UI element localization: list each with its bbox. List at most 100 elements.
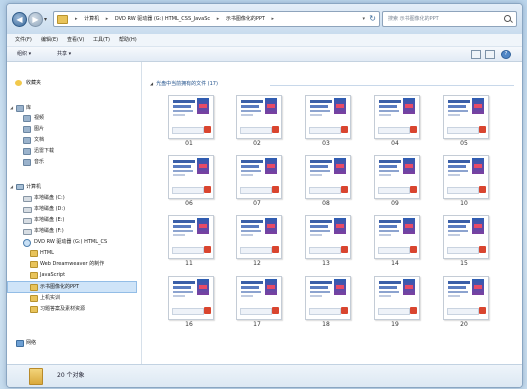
sidebar-item-drive-f[interactable]: 本地磁盘 (F:) (7, 226, 137, 236)
file-thumbnail[interactable]: 08 (297, 155, 355, 209)
command-bar: 组织 ▾ 共享 ▾ ? (7, 47, 522, 62)
file-thumbnail[interactable]: 16 (160, 276, 218, 330)
file-thumbnail[interactable]: 02 (228, 95, 286, 149)
menu-file[interactable]: 文件(F) (15, 34, 32, 46)
pdf-icon (410, 246, 417, 253)
sidebar-item-network[interactable]: 网络 (7, 338, 137, 348)
sidebar-item-folder-answers[interactable]: 习题答案及素材资源 (7, 304, 137, 314)
cover-graphic (173, 220, 197, 238)
group-header[interactable]: ◢ 光盘中当前拥有的文件 (17) (150, 79, 218, 89)
book-badge-icon (265, 279, 277, 295)
file-thumbnail[interactable]: 07 (228, 155, 286, 209)
divider (270, 85, 514, 86)
sidebar-item-folder-html[interactable]: HTML (7, 248, 137, 258)
sidebar-item-libraries[interactable]: ◢ 库 (7, 103, 137, 113)
preview-bar (240, 187, 272, 194)
file-name: 11 (185, 260, 193, 267)
file-thumbnail[interactable]: 14 (366, 215, 424, 269)
breadcrumb-item[interactable]: 计算机 (84, 16, 99, 22)
preview-bar (172, 127, 204, 134)
sidebar-item-favorites[interactable]: 收藏夹 (7, 78, 137, 88)
file-thumbnail[interactable]: 20 (435, 276, 493, 330)
file-thumbnail[interactable]: 10 (435, 155, 493, 209)
book-badge-icon (472, 218, 484, 234)
search-icon[interactable] (504, 15, 511, 22)
sidebar-item-downloads[interactable]: 迅雷下载 (7, 146, 137, 156)
refresh-icon[interactable]: ↻ (369, 14, 376, 23)
pdf-icon (410, 186, 417, 193)
search-input[interactable]: 搜索 示书图像化的PPT (382, 11, 517, 27)
back-button[interactable]: ◀ (12, 12, 27, 27)
file-thumbnail[interactable]: 19 (366, 276, 424, 330)
share-button[interactable]: 共享 ▾ (57, 47, 71, 61)
file-thumbnail[interactable]: 06 (160, 155, 218, 209)
menu-edit[interactable]: 编辑(E) (41, 34, 58, 46)
sidebar-item-computer[interactable]: ◢ 计算机 (7, 182, 137, 192)
file-thumbnail[interactable]: 09 (366, 155, 424, 209)
history-dropdown-icon[interactable]: ▾ (44, 16, 47, 23)
sidebar-item-folder-lab[interactable]: 上机实训 (7, 293, 137, 303)
sidebar-item-drive-e[interactable]: 本地磁盘 (E:) (7, 215, 137, 225)
book-badge-icon (403, 158, 415, 174)
organize-button[interactable]: 组织 ▾ (17, 47, 31, 61)
folder-icon (30, 295, 38, 302)
file-thumbnail[interactable]: 04 (366, 95, 424, 149)
menu-tools[interactable]: 工具(T) (93, 34, 110, 46)
pdf-icon (204, 186, 211, 193)
cover-graphic (448, 160, 472, 178)
sidebar-item-dvd-drive[interactable]: DVD RW 驱动器 (G:) HTML_CS (7, 237, 137, 247)
sidebar-item-documents[interactable]: 文档 (7, 135, 137, 145)
book-badge-icon (197, 98, 209, 114)
menu-help[interactable]: 帮助(H) (119, 34, 137, 46)
sidebar-item-folder-ppt[interactable]: 示书图像化的PPT (7, 281, 137, 293)
file-thumbnail[interactable]: 01 (160, 95, 218, 149)
preview-pane-icon[interactable] (485, 50, 495, 59)
slide-preview (236, 155, 282, 199)
breadcrumb-item[interactable]: 示书图像化的PPT (226, 16, 265, 22)
pdf-icon (410, 307, 417, 314)
breadcrumb-item[interactable]: DVD RW 驱动器 (G:) HTML_CSS_JavaSc (115, 16, 210, 22)
sidebar-item-pictures[interactable]: 图片 (7, 124, 137, 134)
menu-view[interactable]: 查看(V) (67, 34, 84, 46)
sidebar-item-folder-dreamweaver[interactable]: Web Dreamweaver 的制作 (7, 259, 137, 269)
cover-graphic (379, 100, 403, 118)
file-thumbnail[interactable]: 15 (435, 215, 493, 269)
file-thumbnail[interactable]: 18 (297, 276, 355, 330)
chevron-right-icon: ▸ (75, 16, 78, 22)
sidebar-item-drive-c[interactable]: 本地磁盘 (C:) (7, 193, 137, 203)
file-thumbnail[interactable]: 13 (297, 215, 355, 269)
cover-graphic (310, 100, 334, 118)
file-thumbnail[interactable]: 03 (297, 95, 355, 149)
file-thumbnail[interactable]: 11 (160, 215, 218, 269)
cover-graphic (241, 281, 265, 299)
collapse-arrow-icon[interactable]: ◢ (10, 103, 13, 113)
view-options-icon[interactable] (471, 50, 481, 59)
file-thumbnail[interactable]: 12 (228, 215, 286, 269)
sidebar-item-music[interactable]: 音乐 (7, 157, 137, 167)
slide-preview (236, 215, 282, 259)
book-badge-icon (265, 218, 277, 234)
sidebar-item-drive-d[interactable]: 本地磁盘 (D:) (7, 204, 137, 214)
dvd-icon (23, 239, 31, 247)
sidebar-item-videos[interactable]: 视频 (7, 113, 137, 123)
pdf-icon (341, 186, 348, 193)
preview-bar (240, 308, 272, 315)
slide-preview (305, 95, 351, 139)
file-name: 13 (322, 260, 330, 267)
address-bar[interactable]: ▸ 计算机 ▸ DVD RW 驱动器 (G:) HTML_CSS_JavaSc … (53, 11, 380, 27)
collapse-arrow-icon[interactable]: ◢ (150, 79, 153, 89)
help-icon[interactable]: ? (501, 50, 511, 59)
collapse-arrow-icon[interactable]: ◢ (10, 182, 13, 192)
drive-icon (23, 229, 32, 235)
file-name: 17 (253, 321, 261, 328)
folder-icon (30, 250, 38, 257)
slide-preview (168, 155, 214, 199)
sidebar-item-folder-javascript[interactable]: JavaScript (7, 270, 137, 280)
forward-button[interactable]: ▶ (28, 12, 43, 27)
chevron-right-icon: ▸ (271, 16, 275, 22)
address-dropdown-icon[interactable]: ▾ (362, 16, 365, 22)
file-thumbnail[interactable]: 17 (228, 276, 286, 330)
file-thumbnail[interactable]: 05 (435, 95, 493, 149)
file-name: 19 (391, 321, 399, 328)
preview-bar (378, 308, 410, 315)
